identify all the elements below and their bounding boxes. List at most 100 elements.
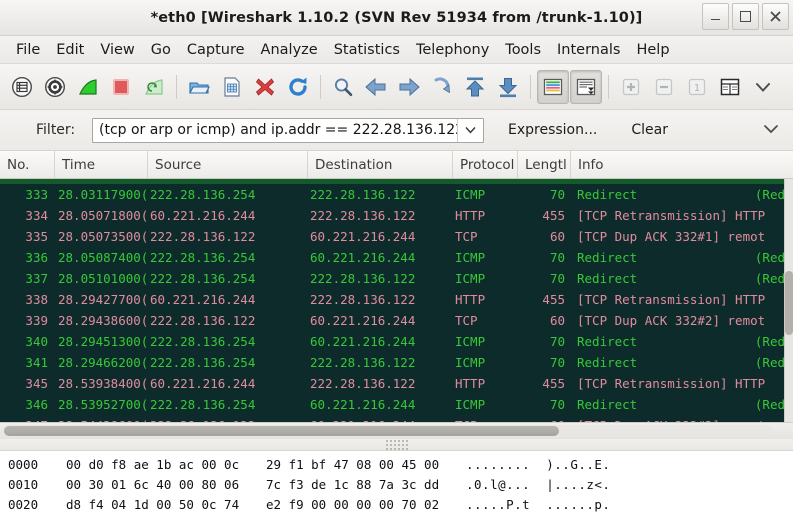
menu-tools[interactable]: Tools: [497, 40, 549, 60]
column-header-length[interactable]: Lengtl: [518, 151, 571, 178]
display-filter-combo[interactable]: (tcp or arp or icmp) and ip.addr == 222.…: [92, 117, 484, 143]
interfaces-button[interactable]: [6, 70, 38, 104]
column-header-source[interactable]: Source: [148, 151, 308, 178]
hex-bytes-right: 29 f1 bf 47 08 00 45 00: [266, 456, 440, 472]
packet-cell-proto: TCP: [455, 229, 478, 244]
packet-row[interactable]: 34728.54428600(222.28.136.12260.221.216.…: [0, 415, 785, 422]
packet-cell-time: 28.05071800(: [58, 208, 148, 223]
filter-dropdown-button[interactable]: [456, 118, 483, 142]
packet-list-rows: 333 28.03117900(222.28.136.254 222.28.136.…: [0, 184, 785, 422]
packet-cell-dst: 60.221.216.244: [310, 313, 416, 328]
toolbar-separator-3: [530, 74, 531, 99]
find-packet-button[interactable]: [327, 70, 359, 104]
packet-cell-info: [TCP Retransmission] HTTP: [571, 208, 785, 223]
zoom-reset-button[interactable]: 1: [681, 70, 713, 104]
packet-row[interactable]: 337 28.05101000(222.28.136.254 222.28.136.…: [0, 268, 785, 289]
go-back-button[interactable]: [360, 70, 392, 104]
packet-cell-time: 28.29427700(: [58, 292, 148, 307]
reload-icon: [289, 77, 307, 96]
packet-row[interactable]: 333 28.03117900(222.28.136.254 222.28.136.…: [0, 184, 785, 205]
go-first-packet-icon: [465, 77, 485, 96]
open-file-button[interactable]: [183, 70, 215, 104]
horizontal-scrollbar-track[interactable]: [2, 425, 773, 437]
maximize-button[interactable]: [732, 3, 759, 30]
display-filter-input[interactable]: (tcp or arp or icmp) and ip.addr == 222.…: [93, 122, 457, 138]
go-forward-button[interactable]: [393, 70, 425, 104]
packet-cell-len: 70: [549, 397, 565, 412]
auto-scroll-button[interactable]: [570, 69, 602, 104]
packet-list-vertical-scrollbar[interactable]: [784, 179, 793, 422]
clear-filter-button[interactable]: Clear: [621, 119, 678, 141]
menu-capture[interactable]: Capture: [179, 40, 253, 60]
go-to-packet-icon: [434, 76, 450, 93]
packet-list-viewport[interactable]: 333 28.03117900(222.28.136.254 222.28.136.…: [0, 179, 793, 422]
column-header-protocol[interactable]: Protocol: [453, 151, 518, 178]
go-last-packet-button[interactable]: [492, 70, 524, 104]
packet-cell-proto: HTTP: [455, 208, 486, 223]
packet-info-text: [TCP Retransmission] HTTP: [577, 208, 766, 223]
maximize-icon: [740, 11, 751, 22]
column-header-time[interactable]: Time: [55, 151, 148, 178]
packet-cell-src: 222.28.136.254: [150, 334, 256, 349]
packet-row[interactable]: 334 28.05071800(60.221.216.244 222.28.136.…: [0, 205, 785, 226]
go-first-packet-button[interactable]: [459, 70, 491, 104]
packet-row[interactable]: 345 28.53938400(60.221.216.244 222.28.136.…: [0, 373, 785, 394]
packet-row[interactable]: 346 28.53952700(222.28.136.254 60.221.216.…: [0, 394, 785, 415]
packet-list-horizontal-scrollbar[interactable]: [0, 422, 793, 439]
packet-cell-time: 28.29438600(: [58, 313, 148, 328]
menu-analyze[interactable]: Analyze: [253, 40, 326, 60]
vertical-scrollbar-thumb[interactable]: [785, 271, 793, 335]
hex-dump-row[interactable]: 0010 00 30 01 6c 40 00 80 06 7c f3 de 1c 8…: [8, 474, 793, 494]
zoom-in-button[interactable]: [615, 70, 647, 104]
column-header-no[interactable]: No.: [0, 151, 55, 178]
menu-go[interactable]: Go: [143, 40, 179, 60]
column-header-destination[interactable]: Destination: [308, 151, 453, 178]
hex-dump-row[interactable]: 0020 d8 f4 04 1d 00 50 0c 74 e2 f9 00 00 0…: [8, 494, 793, 513]
packet-row[interactable]: 338 28.29427700(60.221.216.244 222.28.136.…: [0, 289, 785, 310]
colorize-button[interactable]: [537, 69, 569, 104]
packet-info-tail: (Red: [754, 271, 785, 286]
packet-row[interactable]: 341 28.29466200(222.28.136.254 222.28.136.…: [0, 352, 785, 373]
packet-row[interactable]: 339 28.29438600(222.28.136.122 60.221.216.…: [0, 310, 785, 331]
hex-dump-row[interactable]: 0000 00 d0 f8 ae 1b ac 00 0c 29 f1 bf 47 0…: [8, 454, 793, 474]
toolbar-overflow-button[interactable]: [747, 70, 779, 104]
capture-options-button[interactable]: [39, 70, 71, 104]
window-title: *eth0 [Wireshark 1.10.2 (SVN Rev 51934 f…: [150, 9, 643, 26]
horizontal-scrollbar-thumb[interactable]: [4, 426, 560, 436]
packet-row[interactable]: 340 28.29451300(222.28.136.254 60.221.216.…: [0, 331, 785, 352]
restart-capture-button[interactable]: [138, 70, 170, 104]
expression-button[interactable]: Expression...: [498, 119, 607, 141]
packet-cell-info: [TCP Retransmission] HTTP: [571, 292, 785, 307]
packet-cell-no: 338: [25, 292, 48, 307]
menu-file[interactable]: File: [8, 40, 48, 60]
packet-cell-dst: 60.221.216.244: [310, 334, 416, 349]
packet-cell-dst: 60.221.216.244: [310, 250, 416, 265]
packet-info-tail: (Red: [754, 355, 785, 370]
zoom-out-button[interactable]: [648, 70, 680, 104]
menu-help[interactable]: Help: [628, 40, 677, 60]
close-button[interactable]: [762, 3, 789, 30]
go-to-packet-button[interactable]: [426, 70, 458, 104]
menu-statistics[interactable]: Statistics: [326, 40, 408, 60]
stop-capture-button[interactable]: [105, 70, 137, 104]
menu-internals[interactable]: Internals: [549, 40, 628, 60]
reload-button[interactable]: [282, 70, 314, 104]
packet-cell-dst: 222.28.136.122: [310, 271, 416, 286]
packet-bytes-pane[interactable]: 0000 00 d0 f8 ae 1b ac 00 0c 29 f1 bf 47 0…: [0, 451, 793, 513]
packet-row[interactable]: 335 28.05073500(222.28.136.122 60.221.216.…: [0, 226, 785, 247]
packet-info-text: [TCP Retransmission] HTTP: [577, 292, 766, 307]
filter-toolbar-overflow-button[interactable]: [763, 124, 779, 137]
minimize-button[interactable]: [702, 3, 729, 30]
column-header-info[interactable]: Info: [571, 151, 793, 178]
packet-row[interactable]: 336 28.05087400(222.28.136.254 60.221.216.…: [0, 247, 785, 268]
packet-cell-time: 28.05101000(: [58, 271, 148, 286]
menu-edit[interactable]: Edit: [48, 40, 92, 60]
menu-telephony[interactable]: Telephony: [408, 40, 497, 60]
resize-columns-button[interactable]: [714, 70, 746, 104]
start-capture-button[interactable]: [72, 70, 104, 104]
pane-splitter[interactable]: [0, 439, 793, 451]
packet-cell-proto: ICMP: [455, 187, 486, 202]
close-file-button[interactable]: [249, 70, 281, 104]
save-file-button[interactable]: [216, 70, 248, 104]
menu-view[interactable]: View: [92, 40, 142, 60]
